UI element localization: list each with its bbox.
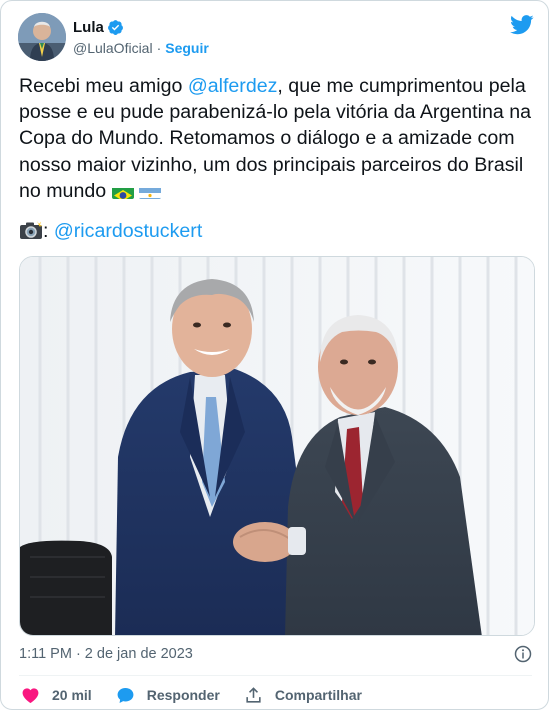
- user-handle[interactable]: @LulaOficial: [73, 40, 153, 56]
- photographer-link[interactable]: @ricardostuckert: [54, 220, 202, 242]
- divider: [19, 675, 532, 676]
- argentina-flag-icon: [139, 184, 162, 199]
- camera-flash-icon: [19, 220, 43, 240]
- tweet-timestamp[interactable]: 1:11 PM · 2 de jan de 2023: [19, 646, 193, 662]
- share-button[interactable]: Compartilhar: [244, 686, 362, 705]
- info-icon[interactable]: [514, 645, 532, 663]
- separator-dot: ·: [156, 40, 162, 56]
- heart-icon: [22, 687, 39, 703]
- tweet-photo[interactable]: [19, 256, 535, 636]
- mention-link[interactable]: @alferdez: [188, 75, 278, 97]
- reply-label: Responder: [146, 687, 220, 703]
- like-count: 20 mil: [52, 687, 92, 703]
- brazil-flag-icon: [111, 184, 134, 199]
- tweet-card: Lula @LulaOficial · Seguir Recebi meu am…: [0, 0, 549, 710]
- tweet-actions: 20 mil Responder Compartilhar: [21, 684, 386, 706]
- avatar[interactable]: [18, 13, 66, 61]
- user-info: Lula @LulaOficial · Seguir: [73, 17, 209, 57]
- display-name[interactable]: Lula: [73, 19, 104, 36]
- tweet-header: Lula @LulaOficial · Seguir: [18, 13, 534, 63]
- credit-separator: :: [43, 220, 54, 242]
- twitter-bird-icon[interactable]: [510, 15, 534, 35]
- handshake-photo: [20, 257, 534, 635]
- follow-button[interactable]: Seguir: [165, 40, 209, 56]
- like-button[interactable]: 20 mil: [21, 686, 92, 705]
- tweet-text: Recebi meu amigo @alferdez, que me cumpr…: [19, 73, 534, 204]
- photo-credit: : @ricardostuckert: [19, 218, 202, 244]
- verified-badge-icon: [107, 19, 123, 35]
- share-label: Compartilhar: [274, 687, 362, 703]
- speech-bubble-icon: [117, 687, 134, 703]
- share-icon: [246, 686, 261, 703]
- reply-button[interactable]: Responder: [116, 686, 220, 705]
- tweet-text-start: Recebi meu amigo: [19, 75, 188, 97]
